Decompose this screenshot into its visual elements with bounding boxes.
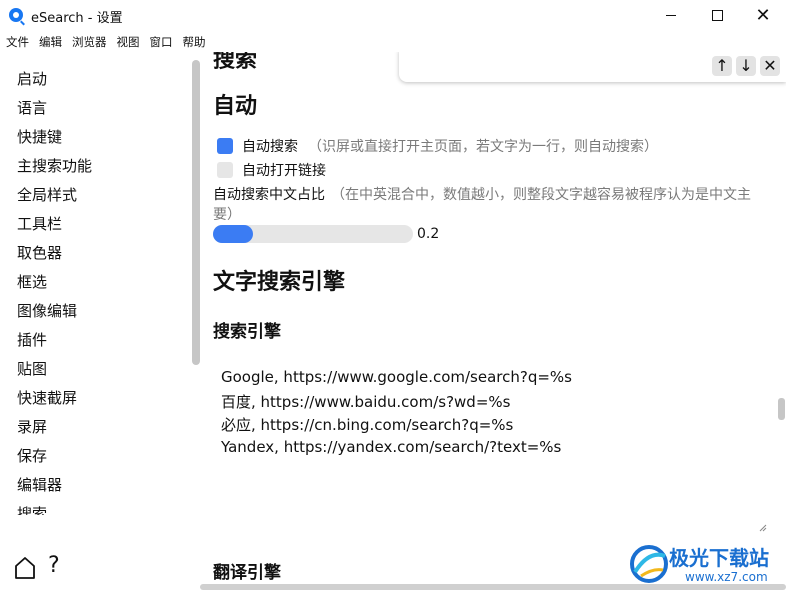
section-heading-auto: 自动 (213, 94, 258, 119)
esearch-logo-icon (9, 8, 23, 22)
find-bar: ↑ ↓ ✕ (399, 52, 786, 82)
search-engines-textarea[interactable]: Google, https://www.google.com/search?q=… (213, 352, 770, 534)
sidebar-item-quick-screenshot[interactable]: 快速截屏 (17, 388, 77, 408)
auto-search-checkbox[interactable] (217, 138, 233, 154)
watermark-url: www.xz7.com (685, 570, 768, 584)
minimize-button[interactable] (648, 0, 694, 30)
sidebar-item-main-search[interactable]: 主搜索功能 (17, 156, 92, 176)
menu-bar: 文件 编辑 浏览器 视图 窗口 帮助 (0, 32, 216, 52)
maximize-button[interactable] (694, 0, 740, 30)
sidebar-scrollbar[interactable] (192, 60, 200, 365)
watermark-logo-icon (630, 545, 668, 583)
auto-open-link-label: 自动打开链接 (242, 163, 326, 179)
sidebar-item-search[interactable]: 搜索 (17, 504, 47, 515)
chinese-ratio-description: 自动搜索中文占比 （在中英混合中，数值越小，则整段文字越容易被程序认为是中文主要） (213, 185, 753, 225)
find-next-button[interactable]: ↓ (736, 56, 756, 76)
sidebar-item-save[interactable]: 保存 (17, 446, 47, 466)
sidebar-item-screen-record[interactable]: 录屏 (17, 417, 47, 437)
help-icon[interactable]: ? (48, 553, 60, 578)
engine-line: Yandex, https://yandex.com/search/?text=… (221, 438, 562, 456)
sidebar-item-toolbar[interactable]: 工具栏 (17, 214, 62, 234)
menu-browser[interactable]: 浏览器 (72, 32, 107, 52)
title-bar: eSearch - 设置 ✕ (0, 0, 786, 32)
find-prev-button[interactable]: ↑ (712, 56, 732, 76)
auto-search-toggle[interactable]: 自动搜索 （识屏或直接打开主页面，若文字为一行，则自动搜索） (217, 137, 658, 155)
resize-grip-icon[interactable] (759, 524, 767, 532)
find-close-button[interactable]: ✕ (760, 56, 780, 76)
sidebar-item-language[interactable]: 语言 (17, 98, 47, 118)
home-icon[interactable] (14, 556, 36, 580)
auto-search-label: 自动搜索 (242, 139, 298, 155)
watermark: 极光下载站 www.xz7.com (627, 542, 785, 590)
section-heading-search: 搜索 (213, 52, 258, 73)
chinese-ratio-label: 自动搜索中文占比 (213, 187, 325, 203)
sidebar-item-color-picker[interactable]: 取色器 (17, 243, 62, 263)
sidebar-item-global-style[interactable]: 全局样式 (17, 185, 77, 205)
watermark-title: 极光下载站 (669, 546, 769, 570)
menu-edit[interactable]: 编辑 (39, 32, 62, 52)
auto-search-hint: （识屏或直接打开主页面，若文字为一行，则自动搜索） (308, 139, 658, 155)
search-engines-heading: 搜索引擎 (213, 322, 281, 342)
settings-sidebar: 启动 语言 快捷键 主搜索功能 全局样式 工具栏 取色器 框选 图像编辑 插件 … (0, 60, 200, 515)
sidebar-item-startup[interactable]: 启动 (17, 69, 47, 89)
settings-content: 搜索 ↑ ↓ ✕ 自动 自动搜索 （识屏或直接打开主页面，若文字为一行，则自动搜… (200, 52, 786, 593)
sidebar-item-selection[interactable]: 框选 (17, 272, 47, 292)
content-scrollbar[interactable] (778, 398, 785, 420)
engine-line: 百度, https://www.baidu.com/s?wd=%s (221, 393, 511, 411)
window-title: eSearch - 设置 (31, 11, 123, 26)
menu-help[interactable]: 帮助 (183, 32, 206, 52)
chinese-ratio-slider-fill[interactable] (213, 225, 253, 243)
menu-file[interactable]: 文件 (6, 32, 29, 52)
sidebar-item-pin[interactable]: 贴图 (17, 359, 47, 379)
sidebar-item-shortcuts[interactable]: 快捷键 (17, 127, 62, 147)
sidebar-item-editor[interactable]: 编辑器 (17, 475, 62, 495)
auto-open-link-toggle[interactable]: 自动打开链接 (217, 161, 326, 179)
chinese-ratio-value: 0.2 (417, 226, 440, 242)
engine-line: Google, https://www.google.com/search?q=… (221, 368, 572, 386)
menu-view[interactable]: 视图 (117, 32, 140, 52)
menu-window[interactable]: 窗口 (150, 32, 173, 52)
auto-open-link-checkbox[interactable] (217, 162, 233, 178)
translate-engines-heading: 翻译引擎 (213, 563, 281, 583)
sidebar-item-plugins[interactable]: 插件 (17, 330, 47, 350)
sidebar-item-image-edit[interactable]: 图像编辑 (17, 301, 77, 321)
engine-line: 必应, https://cn.bing.com/search?q=%s (221, 416, 514, 434)
close-window-button[interactable]: ✕ (740, 0, 786, 30)
section-heading-text-search: 文字搜索引擎 (213, 270, 346, 295)
